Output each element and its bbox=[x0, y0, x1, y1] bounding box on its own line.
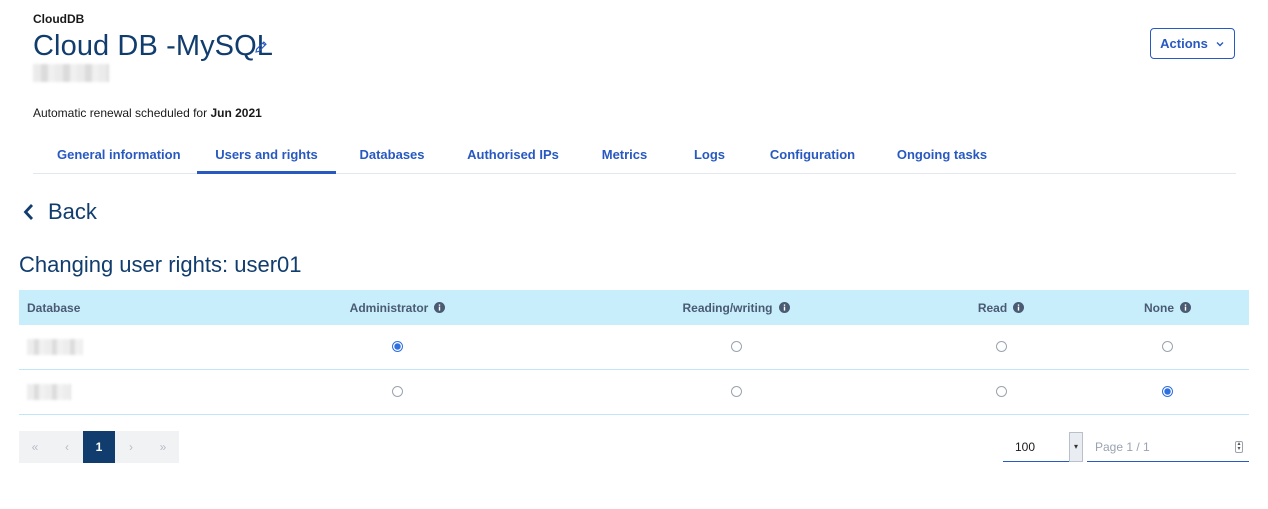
page-number-placeholder: Page 1 / 1 bbox=[1095, 439, 1150, 454]
header-reading-writing: Reading/writing bbox=[556, 301, 916, 315]
pencil-edit-icon[interactable] bbox=[253, 39, 269, 55]
previous-page-button[interactable]: ‹ bbox=[51, 431, 83, 463]
header-read-label: Read bbox=[977, 300, 1008, 315]
database-name-cell bbox=[19, 384, 239, 400]
page-title: Cloud DB -MySQL bbox=[33, 30, 274, 62]
table-row bbox=[19, 370, 1249, 415]
actions-button[interactable]: Actions bbox=[1150, 28, 1235, 59]
rights-radio-read[interactable] bbox=[995, 386, 1007, 398]
tab-configuration[interactable]: Configuration bbox=[748, 140, 877, 173]
actions-label: Actions bbox=[1160, 36, 1208, 51]
first-page-button[interactable]: « bbox=[19, 431, 51, 463]
header-none-label: None bbox=[1144, 300, 1174, 315]
table-row bbox=[19, 325, 1249, 370]
header-reading-writing-label: Reading/writing bbox=[682, 300, 773, 315]
rights-radio-reading-writing[interactable] bbox=[730, 341, 742, 353]
rights-cell bbox=[1086, 338, 1249, 356]
tab-general-information[interactable]: General information bbox=[33, 140, 197, 173]
rights-cell bbox=[239, 338, 556, 356]
renewal-date: Jun 2021 bbox=[210, 106, 262, 120]
chevron-down-icon bbox=[1216, 41, 1224, 46]
rights-cell bbox=[556, 383, 916, 401]
rights-radio-none[interactable] bbox=[1162, 341, 1173, 353]
pagination: « ‹ 1 › » bbox=[19, 431, 179, 463]
next-page-button[interactable]: › bbox=[115, 431, 147, 463]
rights-cell bbox=[916, 383, 1086, 401]
tab-databases[interactable]: Databases bbox=[336, 140, 448, 173]
info-icon[interactable] bbox=[1013, 302, 1025, 313]
rights-cell bbox=[916, 338, 1086, 356]
page-number-input[interactable]: Page 1 / 1 ▴ ▾ bbox=[1087, 432, 1249, 462]
service-type-label: CloudDB bbox=[33, 12, 85, 26]
header-none: None bbox=[1086, 301, 1249, 315]
rights-cell bbox=[556, 338, 916, 356]
renewal-prefix: Automatic renewal scheduled for bbox=[33, 106, 211, 120]
tab-ongoing-tasks[interactable]: Ongoing tasks bbox=[877, 140, 1007, 173]
chevron-left-icon bbox=[23, 204, 34, 220]
user-rights-table: Database Administrator Reading/writing R… bbox=[19, 290, 1249, 415]
service-id-redacted bbox=[33, 64, 109, 82]
database-name-redacted bbox=[27, 384, 71, 400]
section-title: Changing user rights: user01 bbox=[19, 252, 302, 277]
back-link[interactable]: Back bbox=[22, 199, 97, 225]
database-name-redacted bbox=[27, 339, 83, 355]
spinner-icon[interactable]: ▴ ▾ bbox=[1235, 440, 1243, 453]
rights-radio-reading-writing[interactable] bbox=[730, 386, 742, 398]
header-read: Read bbox=[916, 301, 1086, 315]
tab-authorised-ips[interactable]: Authorised IPs bbox=[448, 140, 578, 173]
rights-radio-read[interactable] bbox=[995, 341, 1007, 353]
database-name-cell bbox=[19, 339, 239, 355]
rights-cell bbox=[239, 383, 556, 401]
back-label: Back bbox=[48, 199, 97, 224]
header-administrator-label: Administrator bbox=[349, 300, 429, 315]
items-per-page-value: 100 bbox=[1015, 439, 1036, 454]
tab-bar: General information Users and rights Dat… bbox=[33, 140, 1236, 174]
renewal-info: Automatic renewal scheduled for Jun 2021 bbox=[33, 106, 262, 120]
rights-radio-administrator[interactable] bbox=[392, 386, 403, 398]
tab-users-and-rights[interactable]: Users and rights bbox=[197, 140, 336, 174]
info-icon[interactable] bbox=[778, 302, 790, 313]
current-page-button[interactable]: 1 bbox=[83, 431, 115, 463]
caret-down-icon[interactable]: ▾ bbox=[1069, 431, 1083, 462]
tab-metrics[interactable]: Metrics bbox=[578, 140, 671, 173]
header-administrator: Administrator bbox=[239, 301, 556, 315]
rights-radio-administrator[interactable] bbox=[392, 341, 403, 353]
header-database: Database bbox=[27, 300, 81, 315]
last-page-button[interactable]: » bbox=[147, 431, 179, 463]
info-icon[interactable] bbox=[434, 302, 446, 313]
rights-radio-none[interactable] bbox=[1162, 386, 1173, 398]
info-icon[interactable] bbox=[1180, 302, 1191, 313]
tab-logs[interactable]: Logs bbox=[671, 140, 748, 173]
rights-cell bbox=[1086, 383, 1249, 401]
items-per-page-select[interactable]: 100 ▾ bbox=[1003, 431, 1083, 462]
table-header: Database Administrator Reading/writing R… bbox=[19, 290, 1249, 325]
